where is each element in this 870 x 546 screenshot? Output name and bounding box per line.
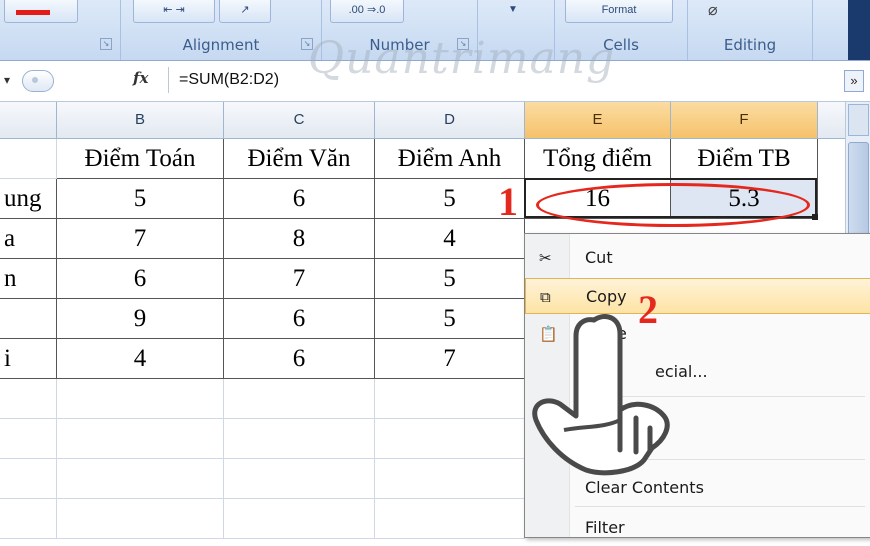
table-cell[interactable]: 6 <box>57 259 224 299</box>
insert-function-button[interactable]: fx <box>133 69 148 87</box>
ribbon-group-font: ↘ <box>0 0 121 60</box>
column-header-a[interactable] <box>0 102 57 139</box>
table-cell[interactable]: 5 <box>375 299 525 339</box>
menu-item-cut[interactable]: ✂ Cut <box>525 240 870 276</box>
indent-buttons[interactable]: ⇤ ⇥ <box>133 0 215 23</box>
menu-item-label: Filter <box>585 518 625 537</box>
table-cell[interactable] <box>375 419 525 459</box>
table-cell[interactable] <box>57 499 224 539</box>
table-cell[interactable]: 4 <box>57 339 224 379</box>
table-cell[interactable]: 8 <box>224 219 375 259</box>
table-cell[interactable]: 9 <box>57 299 224 339</box>
menu-item-label: Cut <box>585 248 613 267</box>
table-cell[interactable]: a <box>0 219 57 259</box>
table-cell[interactable]: Điểm Anh <box>375 139 525 179</box>
formula-bar-resize-handle[interactable] <box>22 70 54 92</box>
window-edge <box>848 0 870 60</box>
table-cell[interactable] <box>224 499 375 539</box>
table-cell[interactable] <box>0 419 57 459</box>
ribbon-group-alignment: ⇤ ⇥ ↗ Alignment ↘ <box>121 0 322 60</box>
expand-formula-bar-button[interactable]: » <box>844 70 864 92</box>
chevron-down-icon[interactable]: ▼ <box>508 4 518 15</box>
menu-separator <box>575 506 865 507</box>
namebox-dropdown-icon[interactable]: ▾ <box>4 73 10 87</box>
group-label-editing: Editing <box>723 36 777 54</box>
table-cell[interactable] <box>0 499 57 539</box>
table-cell[interactable]: Tổng điểm <box>525 139 671 179</box>
table-cell[interactable] <box>0 139 57 179</box>
watermark: Quantrimang <box>308 33 616 84</box>
table-cell[interactable]: 6 <box>224 339 375 379</box>
hand-pointer-icon <box>532 314 670 476</box>
column-header-d[interactable]: D <box>375 102 525 139</box>
table-cell[interactable]: Điểm Văn <box>224 139 375 179</box>
step-number-1: 1 <box>498 179 518 224</box>
column-header-e[interactable]: E <box>525 102 671 139</box>
table-cell[interactable]: 4 <box>375 219 525 259</box>
table-cell[interactable]: 6 <box>224 299 375 339</box>
orientation-button[interactable]: ↗ <box>219 0 271 23</box>
scissors-icon: ✂ <box>539 249 552 267</box>
highlight-ellipse <box>536 183 810 227</box>
clear-icon[interactable]: ⌀ <box>708 0 718 20</box>
table-cell[interactable]: 6 <box>224 179 375 219</box>
fill-handle[interactable] <box>812 214 818 220</box>
menu-item-filter[interactable]: Filter <box>525 510 870 546</box>
table-cell[interactable] <box>375 499 525 539</box>
table-cell[interactable] <box>57 419 224 459</box>
table-cell[interactable]: 7 <box>375 339 525 379</box>
font-color-swatch <box>16 10 50 15</box>
column-header-f[interactable]: F <box>671 102 818 139</box>
table-cell[interactable] <box>224 459 375 499</box>
table-cell[interactable] <box>224 379 375 419</box>
decimal-buttons[interactable]: .00 ⇒.0 <box>330 0 404 23</box>
table-cell[interactable]: 5 <box>375 259 525 299</box>
ribbon-group-editing: ⌀ Editing <box>688 0 813 60</box>
format-button[interactable]: Format <box>565 0 673 23</box>
table-cell[interactable] <box>0 459 57 499</box>
table-cell[interactable] <box>57 459 224 499</box>
font-dialog-launcher[interactable]: ↘ <box>100 38 112 50</box>
table-cell[interactable]: n <box>0 259 57 299</box>
table-cell[interactable]: 7 <box>57 219 224 259</box>
table-cell[interactable]: Điểm Toán <box>57 139 224 179</box>
table-cell[interactable] <box>224 419 375 459</box>
table-cell[interactable] <box>0 379 57 419</box>
table-cell[interactable] <box>0 299 57 339</box>
table-cell[interactable]: Điểm TB <box>671 139 818 179</box>
group-label-alignment: Alignment <box>182 36 260 54</box>
table-cell[interactable]: 5 <box>57 179 224 219</box>
split-handle[interactable] <box>848 104 869 136</box>
column-header-g[interactable] <box>818 102 846 139</box>
table-cell[interactable]: i <box>0 339 57 379</box>
column-header-b[interactable]: B <box>57 102 224 139</box>
table-cell[interactable]: ung <box>0 179 57 219</box>
table-cell[interactable] <box>57 379 224 419</box>
table-cell[interactable] <box>375 459 525 499</box>
table-cell[interactable]: 7 <box>224 259 375 299</box>
column-header-c[interactable]: C <box>224 102 375 139</box>
menu-item-label: Clear Contents <box>585 478 704 497</box>
table-cell[interactable] <box>375 379 525 419</box>
